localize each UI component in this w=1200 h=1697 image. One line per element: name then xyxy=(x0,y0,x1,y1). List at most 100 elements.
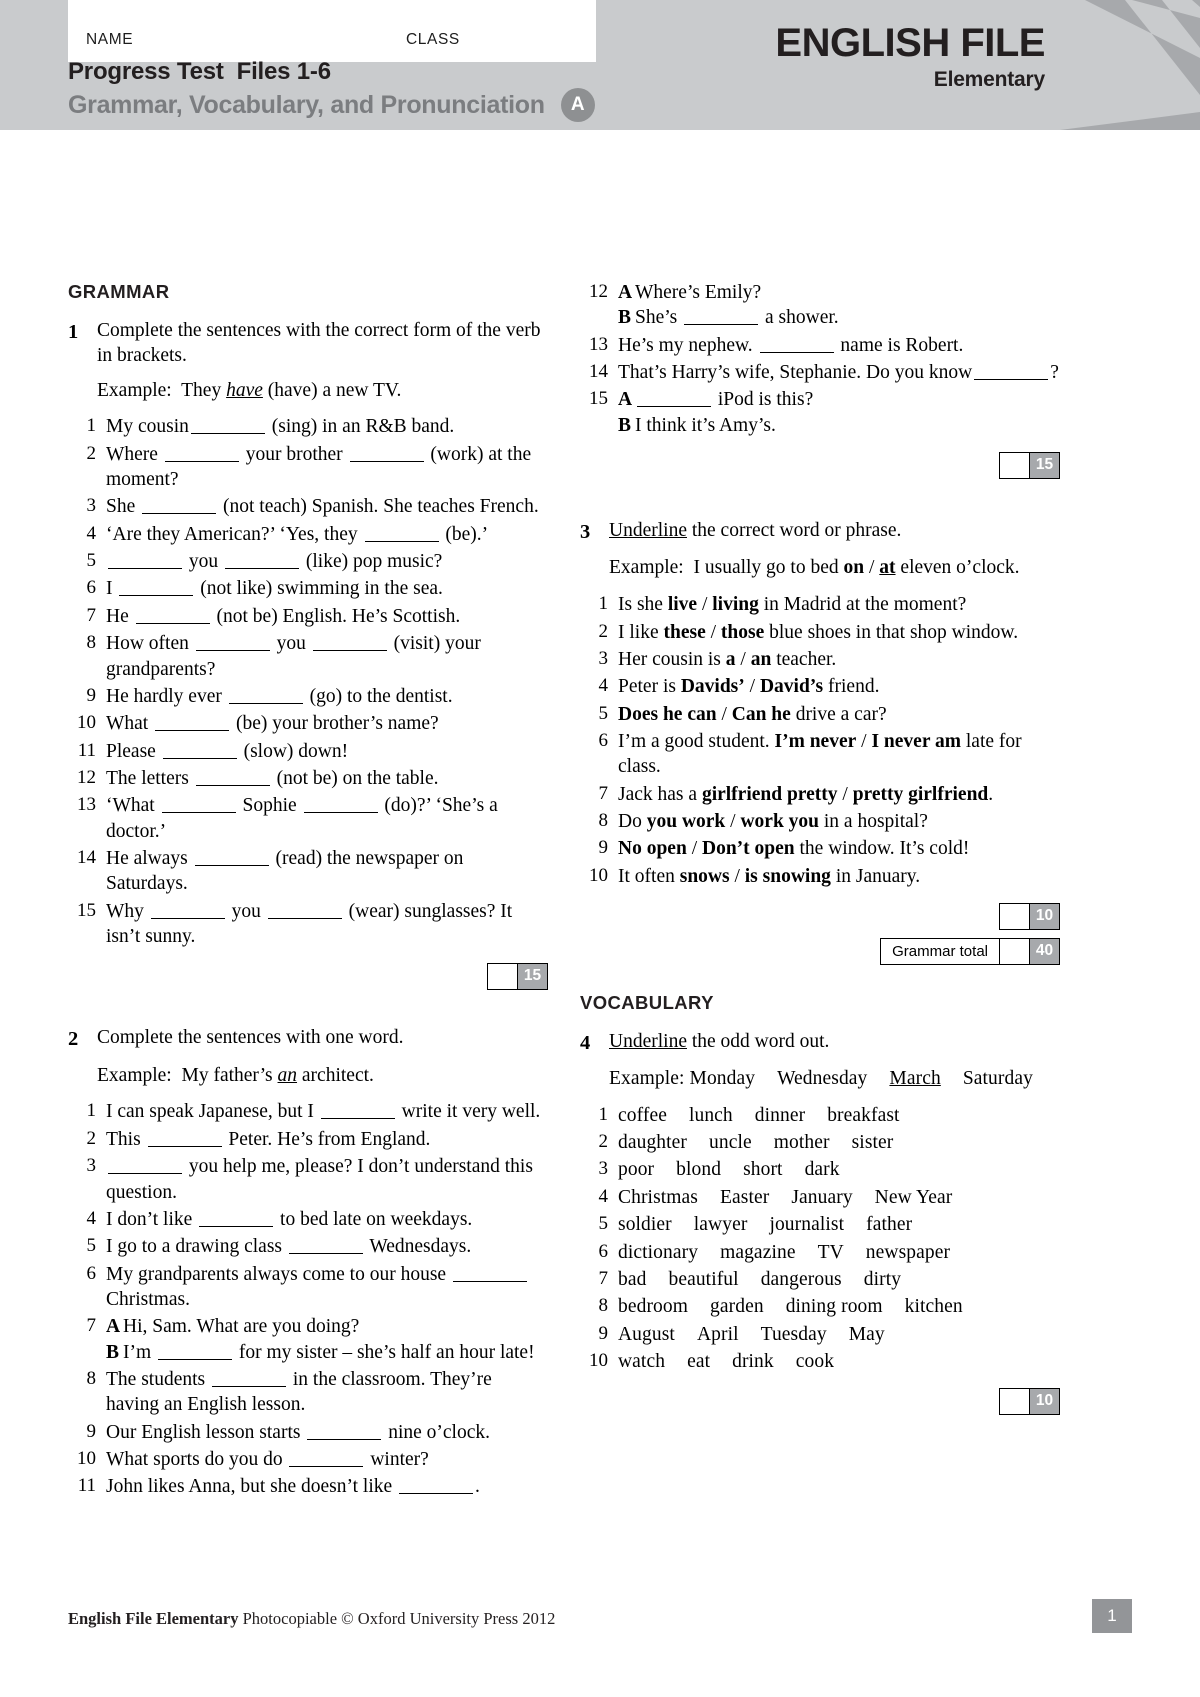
choice-option-b[interactable]: at xyxy=(879,557,895,578)
choice-option-b[interactable]: I never am xyxy=(871,731,961,752)
answer-blank[interactable] xyxy=(312,650,387,652)
choice-option-b[interactable]: pretty girlfriend xyxy=(853,784,989,805)
answer-blank[interactable] xyxy=(399,1493,474,1495)
answer-blank[interactable] xyxy=(288,1253,363,1255)
answer-blank[interactable] xyxy=(158,1358,233,1360)
answer-blank[interactable] xyxy=(267,917,342,919)
answer-blank[interactable] xyxy=(194,864,269,866)
answer-blank[interactable] xyxy=(759,351,834,353)
word-option[interactable]: dinner xyxy=(755,1105,805,1126)
word-option[interactable]: dangerous xyxy=(761,1269,842,1290)
answer-blank[interactable] xyxy=(307,1438,382,1440)
word-option[interactable]: mother xyxy=(774,1132,830,1153)
answer-blank[interactable] xyxy=(162,757,237,759)
word-option[interactable]: May xyxy=(849,1324,885,1345)
word-option[interactable]: New Year xyxy=(875,1187,953,1208)
word-option[interactable]: Saturday xyxy=(963,1068,1033,1089)
choice-option-a[interactable]: live xyxy=(668,594,697,615)
word-option[interactable]: lawyer xyxy=(694,1214,748,1235)
word-option[interactable]: journalist xyxy=(769,1214,844,1235)
grammar-total-input-blank[interactable] xyxy=(1000,939,1029,965)
answer-blank[interactable] xyxy=(119,595,194,597)
word-option[interactable]: Christmas xyxy=(618,1187,698,1208)
word-option[interactable]: Easter xyxy=(720,1187,769,1208)
score-input-blank[interactable] xyxy=(488,964,517,990)
word-option[interactable]: bad xyxy=(618,1269,646,1290)
choice-option-b[interactable]: work you xyxy=(740,811,819,832)
word-option[interactable]: dining room xyxy=(786,1296,883,1317)
word-option[interactable]: daughter xyxy=(618,1132,687,1153)
word-option[interactable]: dark xyxy=(805,1159,840,1180)
word-option[interactable]: beautiful xyxy=(668,1269,738,1290)
word-option[interactable]: poor xyxy=(618,1159,654,1180)
choice-option-a[interactable]: No open xyxy=(618,838,687,859)
choice-option-b[interactable]: is snowing xyxy=(745,866,831,887)
word-option[interactable]: March xyxy=(889,1068,940,1089)
word-option[interactable]: father xyxy=(866,1214,912,1235)
word-option[interactable]: Monday xyxy=(690,1068,756,1089)
answer-blank[interactable] xyxy=(974,379,1049,381)
word-option[interactable]: short xyxy=(743,1159,783,1180)
choice-option-b[interactable]: Don’t open xyxy=(702,838,795,859)
word-option[interactable]: sister xyxy=(852,1132,894,1153)
choice-option-a[interactable]: you work xyxy=(647,811,726,832)
choice-option-b[interactable]: David’s xyxy=(760,676,823,697)
choice-option-b[interactable]: Can he xyxy=(732,704,791,725)
answer-blank[interactable] xyxy=(147,1145,222,1147)
choice-option-a[interactable]: I’m never xyxy=(775,731,857,752)
answer-blank[interactable] xyxy=(364,540,439,542)
word-option[interactable]: April xyxy=(697,1324,739,1345)
score-input-blank[interactable] xyxy=(1000,1389,1029,1415)
choice-option-b[interactable]: those xyxy=(721,622,764,643)
word-option[interactable]: watch xyxy=(618,1351,665,1372)
word-option[interactable]: lunch xyxy=(689,1105,733,1126)
word-option[interactable]: uncle xyxy=(709,1132,752,1153)
answer-blank[interactable] xyxy=(349,460,424,462)
word-option[interactable]: January xyxy=(791,1187,852,1208)
answer-blank[interactable] xyxy=(142,513,217,515)
score-input-blank[interactable] xyxy=(1000,453,1029,479)
answer-blank[interactable] xyxy=(637,406,711,408)
choice-option-a[interactable]: girlfriend pretty xyxy=(702,784,838,805)
answer-blank[interactable] xyxy=(164,460,239,462)
choice-option-a[interactable]: Davids’ xyxy=(681,676,745,697)
word-option[interactable]: dirty xyxy=(864,1269,901,1290)
word-option[interactable]: bedroom xyxy=(618,1296,688,1317)
word-option[interactable]: drink xyxy=(732,1351,774,1372)
word-option[interactable]: Wednesday xyxy=(777,1068,867,1089)
word-option[interactable]: magazine xyxy=(720,1242,796,1263)
answer-blank[interactable] xyxy=(190,433,265,435)
answer-blank[interactable] xyxy=(289,1465,364,1467)
choice-option-a[interactable]: on xyxy=(844,557,865,578)
word-option[interactable]: TV xyxy=(818,1242,844,1263)
word-option[interactable]: newspaper xyxy=(866,1242,950,1263)
word-option[interactable]: cook xyxy=(796,1351,834,1372)
answer-blank[interactable] xyxy=(199,1225,274,1227)
choice-option-b[interactable]: an xyxy=(751,649,772,670)
answer-blank[interactable] xyxy=(150,917,225,919)
answer-blank[interactable] xyxy=(108,568,182,570)
answer-blank[interactable] xyxy=(161,812,236,814)
choice-option-a[interactable]: these xyxy=(663,622,705,643)
word-option[interactable]: breakfast xyxy=(827,1105,899,1126)
answer-blank[interactable] xyxy=(225,568,299,570)
answer-blank[interactable] xyxy=(452,1280,527,1282)
choice-option-b[interactable]: living xyxy=(712,594,759,615)
answer-blank[interactable] xyxy=(155,730,230,732)
answer-blank[interactable] xyxy=(303,812,378,814)
answer-blank[interactable] xyxy=(195,784,270,786)
answer-blank[interactable] xyxy=(211,1385,286,1387)
answer-blank[interactable] xyxy=(108,1173,182,1175)
choice-option-a[interactable]: Does he can xyxy=(618,704,717,725)
word-option[interactable]: soldier xyxy=(618,1214,672,1235)
choice-option-a[interactable]: snows xyxy=(680,866,730,887)
word-option[interactable]: dictionary xyxy=(618,1242,698,1263)
answer-blank[interactable] xyxy=(320,1118,395,1120)
word-option[interactable]: coffee xyxy=(618,1105,667,1126)
word-option[interactable]: kitchen xyxy=(905,1296,963,1317)
word-option[interactable]: eat xyxy=(687,1351,710,1372)
word-option[interactable]: Tuesday xyxy=(761,1324,827,1345)
choice-option-a[interactable]: a xyxy=(726,649,736,670)
answer-blank[interactable] xyxy=(228,702,303,704)
answer-blank[interactable] xyxy=(195,650,270,652)
